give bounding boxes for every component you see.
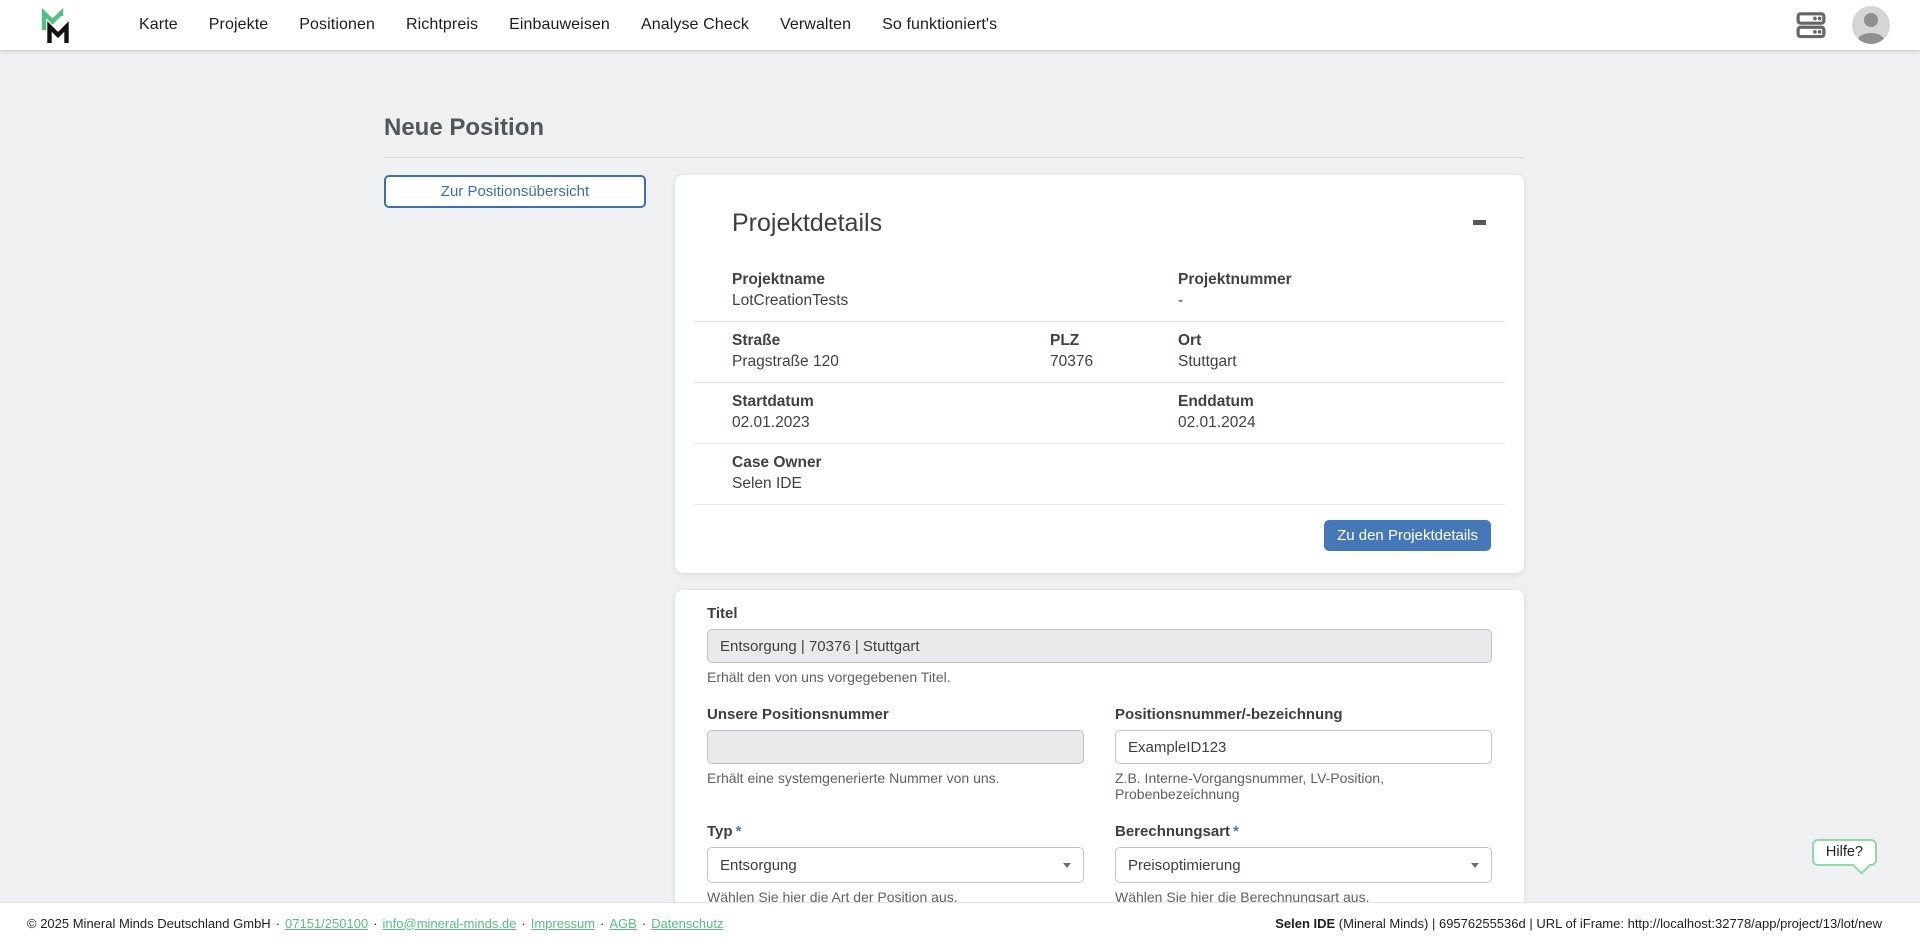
hilfe-button[interactable]: Hilfe? (1812, 839, 1877, 866)
unsere-positionsnummer-input (707, 730, 1084, 764)
chevron-down-icon (1471, 863, 1479, 868)
titel-input (707, 629, 1492, 663)
zu-den-projektdetails-button[interactable]: Zu den Projektdetails (1324, 520, 1491, 551)
titel-hint: Erhält den von uns vorgegebenen Titel. (707, 669, 1492, 685)
field-value: Pragstraße 120 (732, 351, 1050, 372)
separator: · (521, 916, 525, 931)
minus-icon (1473, 220, 1486, 225)
positionsnummer-field-group: Positionsnummer/-bezeichnung Z.B. Intern… (1115, 706, 1492, 802)
nav-item-analyse-check[interactable]: Analyse Check (641, 16, 749, 34)
field-label: Ort (1178, 330, 1467, 351)
separator: · (642, 916, 646, 931)
field-label: Enddatum (1178, 391, 1467, 412)
server-icon[interactable] (1794, 10, 1828, 40)
typ-select[interactable]: Entsorgung (707, 847, 1084, 883)
status-detail: (Mineral Minds) | 69576255536d | URL of … (1335, 916, 1882, 931)
main-nav: Karte Projekte Positionen Richtpreis Ein… (139, 16, 997, 34)
titel-field-group: Titel Erhält den von uns vorgegebenen Ti… (707, 605, 1492, 685)
positionsnummer-input[interactable] (1115, 730, 1492, 764)
copyright-text: © 2025 Mineral Minds Deutschland GmbH (27, 916, 271, 931)
projekt-fields: Projektname LotCreationTests Projektnumm… (694, 261, 1505, 505)
session-status: Selen IDE (Mineral Minds) | 69576255536d… (1275, 916, 1882, 931)
nav-item-so-funktionierts[interactable]: So funktioniert's (882, 16, 997, 34)
page-title: Neue Position (384, 114, 1524, 142)
positionsnummer-hint: Z.B. Interne-Vorgangsnummer, LV-Position… (1115, 770, 1492, 802)
projektdetails-card: Projektdetails Projektname LotCreationTe… (675, 175, 1524, 573)
mineral-minds-logo-icon[interactable] (37, 4, 81, 46)
titel-label: Titel (707, 605, 1492, 622)
chevron-down-icon (1063, 863, 1071, 868)
field-label: Projektname (732, 269, 1178, 290)
impressum-link[interactable]: Impressum (531, 916, 595, 931)
required-asterisk: * (1233, 823, 1239, 840)
field-value: LotCreationTests (732, 290, 1178, 311)
status-user: Selen IDE (1275, 916, 1335, 931)
nav-item-projekte[interactable]: Projekte (209, 16, 269, 34)
field-label: Straße (732, 330, 1050, 351)
typ-field-group: Typ* Entsorgung Wählen Sie hier die Art … (707, 823, 1084, 902)
separator: · (276, 916, 280, 931)
top-navbar: Karte Projekte Positionen Richtpreis Ein… (0, 0, 1920, 50)
berechnungsart-hint: Wählen Sie hier die Berechnungsart aus. (1115, 889, 1492, 902)
avatar-shoulders-icon (1857, 33, 1885, 44)
header-actions (1794, 6, 1890, 44)
typ-select-value: Entsorgung (720, 857, 797, 874)
unsere-positionsnummer-hint: Erhält eine systemgenerierte Nummer von … (707, 770, 1084, 786)
nav-item-einbauweisen[interactable]: Einbauweisen (509, 16, 610, 34)
agb-link[interactable]: AGB (609, 916, 636, 931)
footer-left: © 2025 Mineral Minds Deutschland GmbH · … (27, 916, 723, 931)
separator: · (600, 916, 604, 931)
nav-item-verwalten[interactable]: Verwalten (780, 16, 851, 34)
projektdetails-title: Projektdetails (732, 208, 882, 238)
required-asterisk: * (736, 823, 742, 840)
hilfe-label: Hilfe? (1826, 844, 1863, 860)
field-label: Projektnummer (1178, 269, 1467, 290)
berechnungsart-label: Berechnungsart* (1115, 823, 1492, 840)
nav-item-karte[interactable]: Karte (139, 16, 178, 34)
typ-hint: Wählen Sie hier die Art der Position aus… (707, 889, 1084, 902)
title-divider (384, 157, 1524, 158)
field-value: 02.01.2023 (732, 412, 1178, 433)
nav-item-positionen[interactable]: Positionen (299, 16, 375, 34)
berechnungsart-select[interactable]: Preisoptimierung (1115, 847, 1492, 883)
field-value: Selen IDE (732, 473, 1467, 494)
field-label: Case Owner (732, 452, 1467, 473)
typ-label: Typ* (707, 823, 1084, 840)
user-avatar[interactable] (1852, 6, 1890, 44)
phone-link[interactable]: 07151/250100 (285, 916, 368, 931)
berechnungsart-select-value: Preisoptimierung (1128, 857, 1241, 874)
field-value: Stuttgart (1178, 351, 1467, 372)
unsere-positionsnummer-label: Unsere Positionsnummer (707, 706, 1084, 723)
field-label: PLZ (1050, 330, 1178, 351)
zur-positionsuebersicht-button[interactable]: Zur Positionsübersicht (384, 175, 646, 208)
footer-bar: © 2025 Mineral Minds Deutschland GmbH · … (0, 902, 1920, 943)
datenschutz-link[interactable]: Datenschutz (651, 916, 723, 931)
projekt-row-4: Case Owner Selen IDE (694, 444, 1505, 505)
positionsnummer-label: Positionsnummer/-bezeichnung (1115, 706, 1492, 723)
field-value: 02.01.2024 (1178, 412, 1467, 433)
nav-item-richtpreis[interactable]: Richtpreis (406, 16, 478, 34)
avatar-head-icon (1864, 13, 1878, 27)
field-label: Startdatum (732, 391, 1178, 412)
position-form-card: Titel Erhält den von uns vorgegebenen Ti… (675, 590, 1524, 902)
email-link[interactable]: info@mineral-minds.de (383, 916, 517, 931)
main-content: Neue Position Zur Positionsübersicht Pro… (0, 50, 1920, 902)
separator: · (373, 916, 377, 931)
collapse-card-button[interactable] (1469, 214, 1490, 231)
berechnungsart-field-group: Berechnungsart* Preisoptimierung Wählen … (1115, 823, 1492, 902)
projekt-row-1: Projektname LotCreationTests Projektnumm… (694, 261, 1505, 322)
field-value: - (1178, 290, 1467, 311)
projekt-row-3: Startdatum 02.01.2023 Enddatum 02.01.202… (694, 383, 1505, 444)
projekt-row-2: Straße Pragstraße 120 PLZ 70376 Ort Stut… (694, 322, 1505, 383)
field-value: 70376 (1050, 351, 1178, 372)
unsere-positionsnummer-field-group: Unsere Positionsnummer Erhält eine syste… (707, 706, 1084, 802)
